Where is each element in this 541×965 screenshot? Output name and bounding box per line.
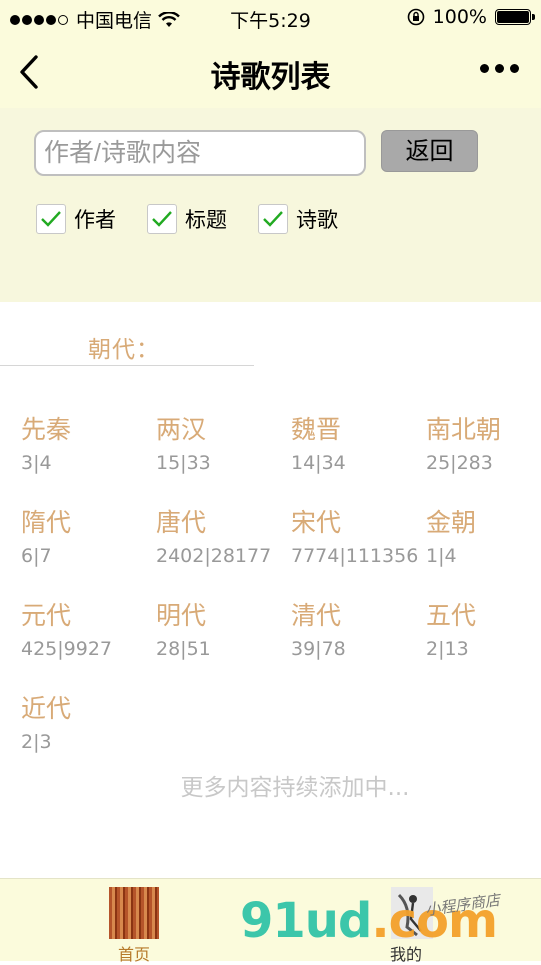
dynasty-name: 清代 <box>291 601 342 630</box>
dynasty-item[interactable]: 金朝 1|4 <box>426 503 476 567</box>
status-bar: 中国电信 下午5:29 100% <box>0 0 541 36</box>
dynasty-name: 近代 <box>21 694 72 723</box>
dynasty-count: 2|13 <box>426 638 469 660</box>
dynasty-item[interactable]: 先秦 3|4 <box>21 410 71 474</box>
dynasty-name: 唐代 <box>156 508 207 537</box>
status-right: 100% <box>407 6 535 28</box>
dynasty-name: 南北朝 <box>426 415 502 444</box>
filter-title[interactable]: 标题 <box>147 204 227 234</box>
checkmark-icon <box>41 211 61 227</box>
dynasty-name: 隋代 <box>21 508 72 537</box>
more-icon[interactable] <box>480 64 519 73</box>
dynasty-name: 两汉 <box>156 415 207 444</box>
more-content-hint: 更多内容持续添加中... <box>180 775 410 801</box>
dynasty-count: 25|283 <box>426 452 493 474</box>
dynasty-item[interactable]: 魏晋 14|34 <box>291 410 346 474</box>
filter-poem[interactable]: 诗歌 <box>258 204 338 234</box>
battery-percent: 100% <box>432 6 487 28</box>
dynasty-count: 28|51 <box>156 638 211 660</box>
dynasty-count: 14|34 <box>291 452 346 474</box>
tab-home-label[interactable]: 首页 <box>118 941 150 965</box>
nav-bar: 诗歌列表 <box>0 36 541 108</box>
divider <box>0 365 254 366</box>
dynasty-name: 金朝 <box>426 508 477 537</box>
dynasty-item[interactable]: 隋代 6|7 <box>21 503 71 567</box>
search-input[interactable] <box>34 130 366 176</box>
dynasty-item[interactable]: 宋代 7774|111356 <box>291 503 418 567</box>
dynasty-count: 425|9927 <box>21 638 113 660</box>
author-checkbox[interactable] <box>36 204 66 234</box>
home-tab-icon[interactable] <box>109 887 159 939</box>
dynasty-count: 6|7 <box>21 545 52 567</box>
return-button[interactable]: 返回 <box>381 130 478 172</box>
checkmark-icon <box>152 211 172 227</box>
dynasty-count: 39|78 <box>291 638 346 660</box>
rotation-lock-icon <box>407 8 424 26</box>
checkmark-icon <box>263 211 283 227</box>
dynasty-item[interactable]: 近代 2|3 <box>21 689 71 753</box>
title-checkbox[interactable] <box>147 204 177 234</box>
dynasty-item[interactable]: 两汉 15|33 <box>156 410 211 474</box>
dynasty-item[interactable]: 明代 28|51 <box>156 596 211 660</box>
dynasty-count: 7774|111356 <box>291 545 419 567</box>
filter-author[interactable]: 作者 <box>36 204 116 234</box>
poem-checkbox[interactable] <box>258 204 288 234</box>
dynasty-item[interactable]: 唐代 2402|28177 <box>156 503 271 567</box>
dynasty-label: 朝代： <box>88 337 160 363</box>
battery-icon <box>495 9 535 25</box>
dynasty-name: 宋代 <box>291 508 342 537</box>
dynasty-name: 魏晋 <box>291 415 342 444</box>
filter-label: 标题 <box>185 208 227 232</box>
dynasty-name: 五代 <box>426 601 477 630</box>
search-panel: 返回 作者 标题 诗歌 <box>0 108 541 302</box>
dynasty-count: 15|33 <box>156 452 211 474</box>
dynasty-count: 1|4 <box>426 545 457 567</box>
page-title: 诗歌列表 <box>210 60 331 95</box>
dynasty-count: 2|3 <box>21 731 52 753</box>
dynasty-count: 3|4 <box>21 452 52 474</box>
dynasty-name: 明代 <box>156 601 207 630</box>
filter-label: 作者 <box>74 208 116 232</box>
dynasty-item[interactable]: 清代 39|78 <box>291 596 346 660</box>
watermark-main: 91ud <box>240 893 372 949</box>
dynasty-count: 2402|28177 <box>156 545 272 567</box>
dynasty-name: 先秦 <box>21 415 72 444</box>
filter-label: 诗歌 <box>296 208 338 232</box>
dynasty-item[interactable]: 南北朝 25|283 <box>426 410 501 474</box>
dynasty-item[interactable]: 元代 425|9927 <box>21 596 112 660</box>
dynasty-name: 元代 <box>21 601 72 630</box>
dynasty-item[interactable]: 五代 2|13 <box>426 596 476 660</box>
